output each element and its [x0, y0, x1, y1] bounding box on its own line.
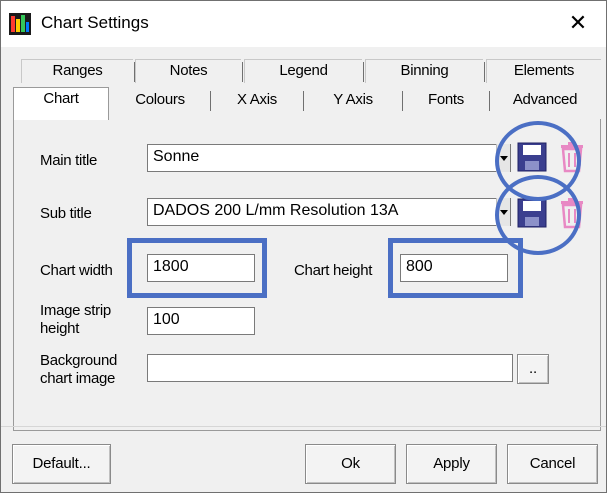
title-bar: Chart Settings ✕: [1, 1, 606, 47]
tab-legend[interactable]: Legend: [244, 59, 364, 83]
tab-binning[interactable]: Binning: [365, 59, 485, 83]
sub-title-dropdown-icon[interactable]: [496, 198, 510, 226]
chart-height-input[interactable]: 800: [400, 254, 508, 282]
save-disk-icon[interactable]: [515, 195, 549, 231]
tab-label: Chart: [43, 90, 79, 107]
main-title-label: Main title: [40, 152, 98, 169]
cancel-button[interactable]: Cancel: [507, 444, 598, 484]
tab-label: Ranges: [52, 62, 103, 79]
chart-height-label: Chart height: [294, 262, 373, 279]
background-chart-image-label: Background chart image: [40, 352, 118, 387]
main-title-input[interactable]: Sonne: [147, 144, 511, 172]
tab-label: Binning: [400, 62, 449, 79]
sub-title-input[interactable]: DADOS 200 L/mm Resolution 13A: [147, 198, 511, 226]
tab-colours[interactable]: Colours: [111, 89, 211, 113]
default-button[interactable]: Default...: [12, 444, 111, 484]
image-strip-height-input[interactable]: 100: [147, 307, 255, 335]
tab-label: Elements: [513, 62, 575, 79]
background-chart-image-input[interactable]: [147, 354, 513, 382]
window-title: Chart Settings: [41, 13, 149, 32]
main-title-dropdown-icon[interactable]: [496, 144, 510, 172]
tab-x-axis[interactable]: X Axis: [212, 89, 304, 113]
chart-settings-dialog: Chart Settings ✕ Ranges Notes Legend Bin…: [0, 0, 607, 493]
tab-label: Fonts: [427, 91, 464, 108]
save-disk-icon[interactable]: [515, 139, 549, 175]
ok-button[interactable]: Ok: [305, 444, 396, 484]
tab-elements[interactable]: Elements: [486, 59, 601, 83]
app-icon: [9, 13, 31, 35]
trash-icon[interactable]: [555, 195, 589, 231]
divider: [1, 426, 606, 427]
browse-button[interactable]: ..: [517, 354, 549, 384]
tab-label: Legend: [279, 62, 328, 79]
tab-fonts[interactable]: Fonts: [404, 89, 490, 113]
trash-icon[interactable]: [555, 139, 589, 175]
tab-label: Notes: [169, 62, 208, 79]
tab-chart[interactable]: Chart: [13, 87, 109, 120]
tab-label: Advanced: [512, 91, 578, 108]
tab-advanced[interactable]: Advanced: [491, 89, 599, 113]
chart-width-label: Chart width: [40, 262, 113, 279]
tab-label: Colours: [135, 91, 185, 108]
apply-button[interactable]: Apply: [406, 444, 497, 484]
close-icon[interactable]: ✕: [564, 9, 592, 37]
chart-width-input[interactable]: 1800: [147, 254, 255, 282]
tab-label: X Axis: [237, 91, 277, 108]
sub-title-label: Sub title: [40, 205, 92, 222]
tab-ranges[interactable]: Ranges: [21, 59, 135, 83]
tab-y-axis[interactable]: Y Axis: [305, 89, 403, 113]
tab-label: Y Axis: [333, 91, 373, 108]
image-strip-height-label: Image strip height: [40, 302, 111, 337]
tab-notes[interactable]: Notes: [135, 59, 243, 83]
